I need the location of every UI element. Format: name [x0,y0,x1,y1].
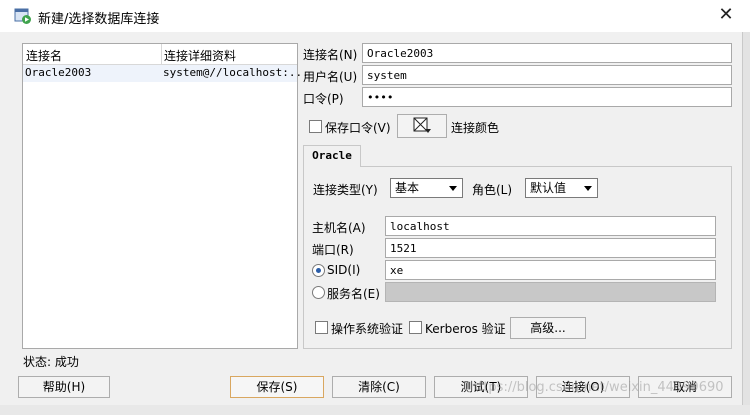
window-edge [742,32,750,415]
sid-label: SID(I) [327,263,361,277]
column-header-details[interactable]: 连接详细资料 [164,47,236,64]
host-input[interactable]: localhost [385,216,716,236]
os-auth-label: 操作系统验证 [331,322,404,336]
port-label: 端口(R) [312,243,354,257]
role-value: 默认值 [530,181,567,195]
password-input[interactable]: •••• [362,87,732,107]
chevron-down-icon [584,186,592,191]
conn-type-label: 连接类型(Y) [313,183,378,197]
save-password-checkbox[interactable] [309,120,322,133]
save-password-label: 保存口令(V) [325,121,391,135]
port-input[interactable]: 1521 [385,238,716,258]
password-label: 口令(P) [303,92,344,106]
connection-color-button[interactable] [397,114,447,138]
kerberos-checkbox[interactable] [409,321,422,334]
connection-list[interactable]: 连接名 连接详细资料 Oracle2003 system@//localhost… [22,43,309,349]
username-label: 用户名(U) [303,70,358,84]
conn-type-value: 基本 [395,181,420,195]
window-title: 新建/选择数据库连接 [38,12,160,27]
username-input[interactable]: system [362,65,732,85]
host-label: 主机名(A) [312,221,366,235]
help-button[interactable]: 帮助(H) [18,376,110,398]
status-text: 状态: 成功 [23,355,79,369]
kerberos-label: Kerberos 验证 [425,322,506,336]
connection-row-name: Oracle2003 [25,66,92,79]
database-connection-icon [14,7,32,25]
clear-button[interactable]: 清除(C) [332,376,426,398]
advanced-button[interactable]: 高级... [510,317,586,339]
connection-row-details: system@//localhost:... [163,66,309,79]
window-edge-bottom [0,405,750,415]
list-header: 连接名 连接详细资料 [23,44,297,65]
connection-color-label: 连接颜色 [451,121,500,135]
role-select[interactable]: 默认值 [525,178,598,198]
role-label: 角色(L) [472,183,513,197]
sid-radio[interactable] [312,264,325,277]
conn-type-select[interactable]: 基本 [390,178,463,198]
service-name-input [385,282,716,302]
watermark: https://blog.csdn.net/weixin_44399690 [470,380,724,395]
save-button[interactable]: 保存(S) [230,376,324,398]
close-icon[interactable]: ✕ [713,4,739,28]
tab-oracle[interactable]: Oracle [303,145,361,167]
conn-name-input[interactable]: Oracle2003 [362,43,732,63]
conn-name-label: 连接名(N) [303,48,358,62]
service-name-radio[interactable] [312,286,325,299]
service-name-label: 服务名(E) [327,287,380,301]
color-picker-icon [413,117,431,133]
connection-row[interactable]: Oracle2003 system@//localhost:... [23,65,309,82]
column-header-name[interactable]: 连接名 [26,47,62,64]
os-auth-checkbox[interactable] [315,321,328,334]
chevron-down-icon [449,186,457,191]
sid-input[interactable]: xe [385,260,716,280]
